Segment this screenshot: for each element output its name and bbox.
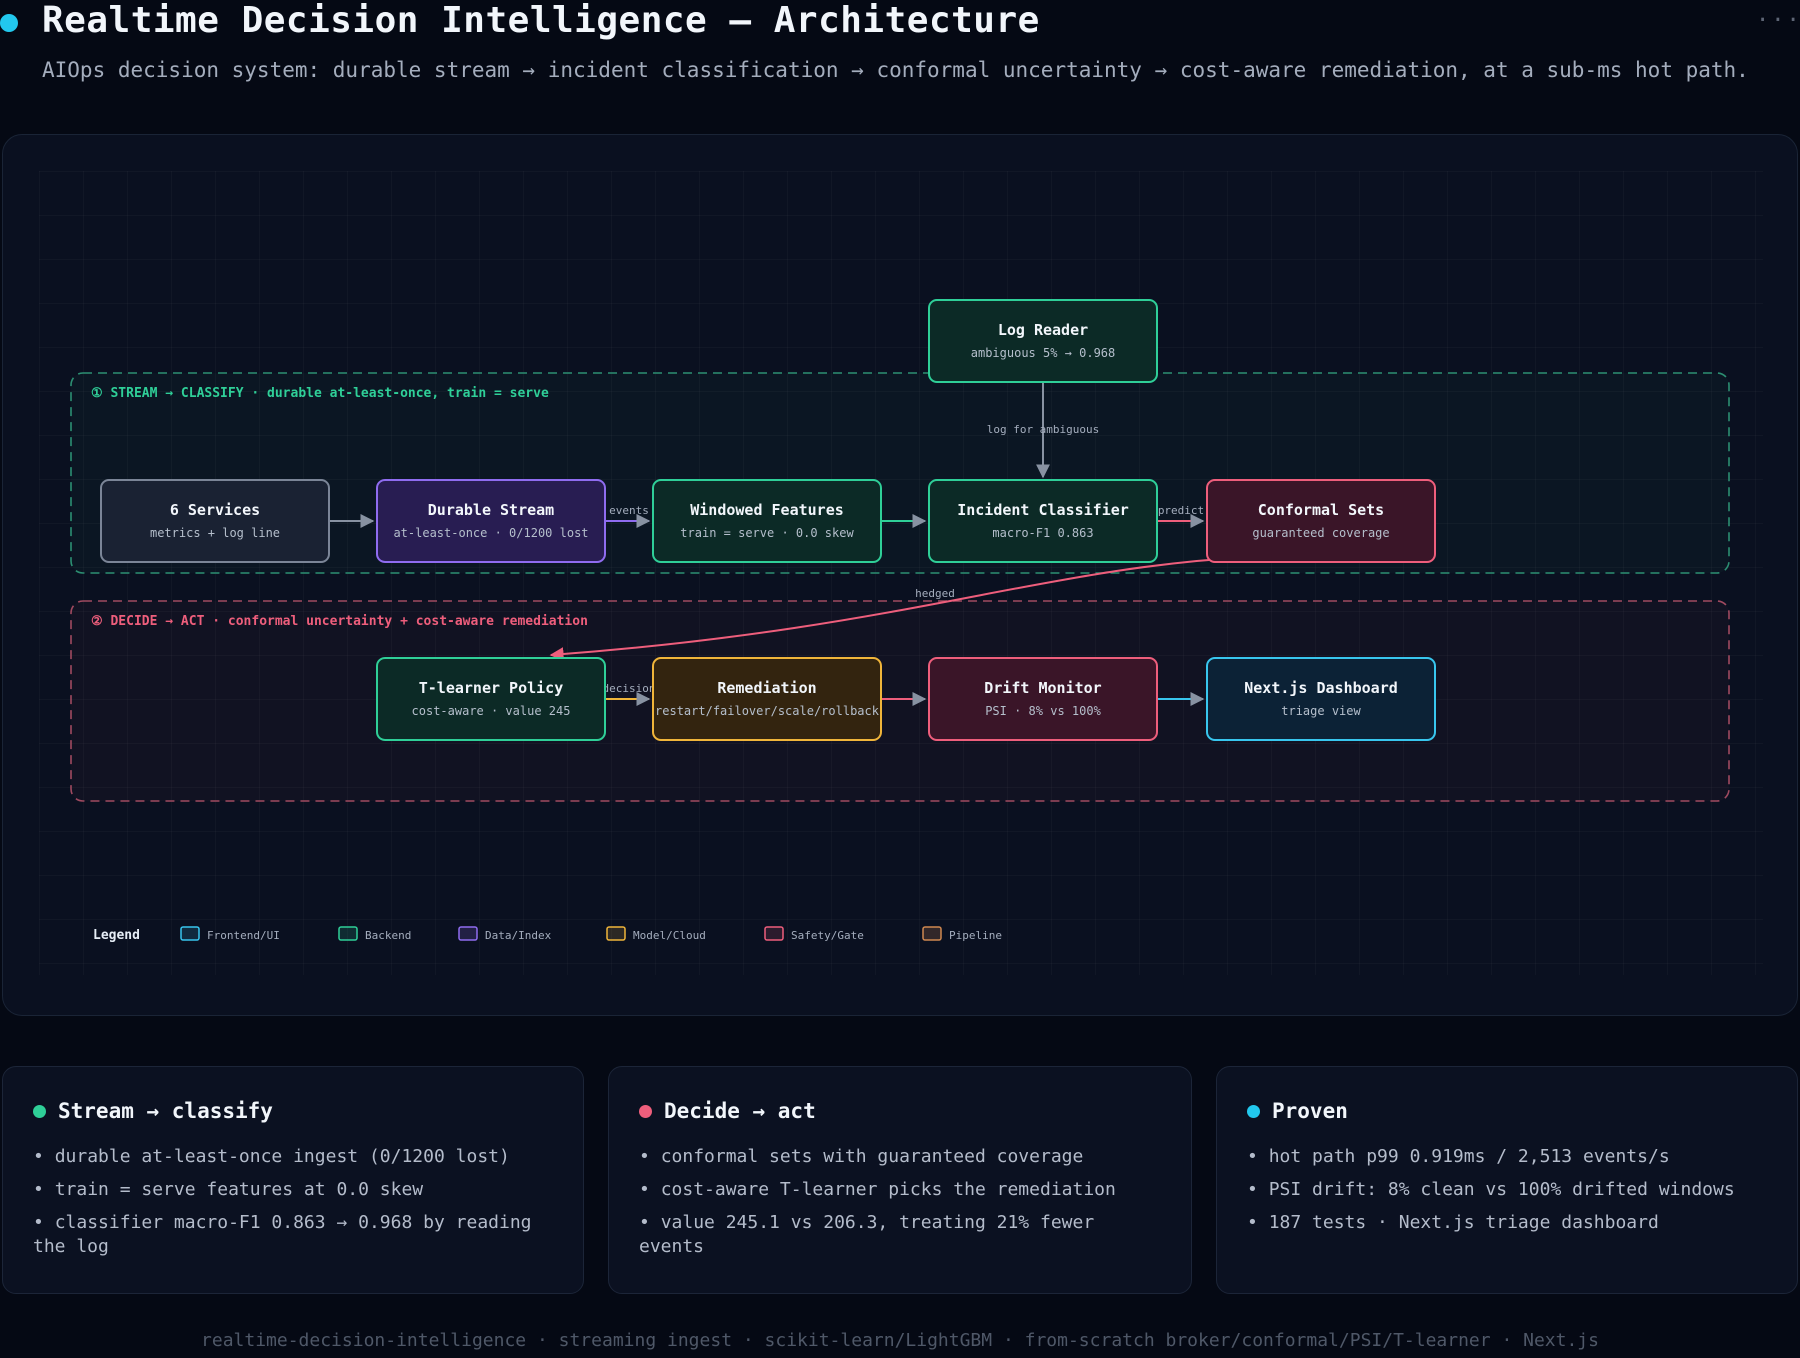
- group-decide-act: [70, 600, 1730, 802]
- list-item: • conformal sets with guaranteed coverag…: [639, 1146, 1084, 1167]
- group-stream-label: ① STREAM → CLASSIFY · durable at-least-o…: [91, 386, 549, 401]
- legend-label: Data/Index: [485, 929, 552, 942]
- architecture-diagram-panel: ① STREAM → CLASSIFY · durable at-least-o…: [2, 134, 1798, 1016]
- list-item: • hot path p99 0.919ms / 2,513 events/s: [1247, 1146, 1670, 1167]
- legend-item-frontend: Frontend/UI: [180, 926, 280, 942]
- edge-label-decision: decision: [603, 682, 656, 695]
- card-list: • durable at-least-once ingest (0/1200 l…: [33, 1145, 559, 1268]
- page-subtitle: AIOps decision system: durable stream → …: [42, 58, 1749, 82]
- node-sub: train = serve · 0.0 skew: [680, 526, 854, 540]
- node-sub: ambiguous 5% → 0.968: [971, 346, 1116, 360]
- node-sub: cost-aware · value 245: [412, 704, 571, 718]
- node-t-learner-policy[interactable]: T-learner Policy cost-aware · value 245: [376, 657, 606, 741]
- card-dot: [1247, 1104, 1260, 1118]
- card-title: Proven: [1272, 1099, 1348, 1123]
- node-nextjs-dashboard[interactable]: Next.js Dashboard triage view: [1206, 657, 1436, 741]
- list-item: • PSI drift: 8% clean vs 100% drifted wi…: [1247, 1179, 1735, 1200]
- node-title: Conformal Sets: [1258, 501, 1384, 519]
- edge-label-hedged: hedged: [915, 587, 955, 600]
- node-windowed-features[interactable]: Windowed Features train = serve · 0.0 sk…: [652, 479, 882, 563]
- list-item: • classifier macro-F1 0.863 → 0.968 by r…: [33, 1212, 532, 1257]
- card-header: Proven: [1247, 1099, 1348, 1123]
- summary-cards: Stream → classify • durable at-least-onc…: [0, 1066, 1800, 1296]
- legend-item-model: Model/Cloud: [606, 926, 706, 942]
- node-drift-monitor[interactable]: Drift Monitor PSI · 8% vs 100%: [928, 657, 1158, 741]
- node-sub: guaranteed coverage: [1252, 526, 1389, 540]
- card-header: Decide → act: [639, 1099, 816, 1123]
- list-item: • durable at-least-once ingest (0/1200 l…: [33, 1146, 510, 1167]
- card-title: Decide → act: [664, 1099, 816, 1123]
- node-log-reader[interactable]: Log Reader ambiguous 5% → 0.968: [928, 299, 1158, 383]
- edge-label-log: log for ambiguous: [987, 423, 1100, 436]
- card-title: Stream → classify: [58, 1099, 273, 1123]
- legend-label: Backend: [365, 929, 411, 942]
- edge-label-predict: predict: [1158, 504, 1204, 517]
- legend-label: Safety/Gate: [791, 929, 864, 942]
- legend-item-safety: Safety/Gate: [764, 926, 864, 942]
- node-services[interactable]: 6 Services metrics + log line: [100, 479, 330, 563]
- node-title: T-learner Policy: [419, 679, 564, 697]
- node-sub: metrics + log line: [150, 526, 280, 540]
- node-title: Drift Monitor: [984, 679, 1101, 697]
- node-sub: at-least-once · 0/1200 lost: [393, 526, 588, 540]
- legend-item-pipeline: Pipeline: [922, 926, 1002, 942]
- card-decide-act: Decide → act • conformal sets with guara…: [608, 1066, 1192, 1294]
- node-title: Next.js Dashboard: [1244, 679, 1398, 697]
- legend-label: Frontend/UI: [207, 929, 280, 942]
- page-footer: realtime-decision-intelligence · streami…: [201, 1330, 1599, 1351]
- node-incident-classifier[interactable]: Incident Classifier macro-F1 0.863: [928, 479, 1158, 563]
- legend-label: Model/Cloud: [633, 929, 706, 942]
- card-stream-classify: Stream → classify • durable at-least-onc…: [2, 1066, 584, 1294]
- node-title: 6 Services: [170, 501, 260, 519]
- list-item: • value 245.1 vs 206.3, treating 21% few…: [639, 1212, 1095, 1257]
- list-item: • 187 tests · Next.js triage dashboard: [1247, 1212, 1659, 1233]
- architecture-diagram: ① STREAM → CLASSIFY · durable at-least-o…: [70, 299, 1730, 943]
- node-title: Log Reader: [998, 321, 1088, 339]
- node-title: Remediation: [717, 679, 816, 697]
- card-list: • hot path p99 0.919ms / 2,513 events/s …: [1247, 1145, 1773, 1244]
- node-remediation[interactable]: Remediation restart/failover/scale/rollb…: [652, 657, 882, 741]
- legend-title: Legend: [93, 928, 140, 943]
- node-sub: restart/failover/scale/rollback: [655, 704, 880, 718]
- card-list: • conformal sets with guaranteed coverag…: [639, 1145, 1167, 1268]
- edge-label-events: events: [609, 504, 649, 517]
- card-proven: Proven • hot path p99 0.919ms / 2,513 ev…: [1216, 1066, 1798, 1294]
- more-horizontal-icon[interactable]: ···: [1756, 8, 1800, 33]
- list-item: • train = serve features at 0.0 skew: [33, 1179, 424, 1200]
- title-status-dot: [0, 14, 18, 32]
- card-dot: [33, 1104, 46, 1118]
- legend-label: Pipeline: [949, 929, 1002, 942]
- legend-item-backend: Backend: [338, 926, 411, 942]
- node-title: Incident Classifier: [957, 501, 1129, 519]
- card-dot: [639, 1104, 652, 1118]
- node-sub: macro-F1 0.863: [992, 526, 1093, 540]
- card-header: Stream → classify: [33, 1099, 273, 1123]
- group-decide-label: ② DECIDE → ACT · conformal uncertainty +…: [91, 614, 588, 629]
- node-conformal-sets[interactable]: Conformal Sets guaranteed coverage: [1206, 479, 1436, 563]
- page-title: Realtime Decision Intelligence — Archite…: [42, 0, 1040, 41]
- node-sub: PSI · 8% vs 100%: [985, 704, 1101, 718]
- legend-item-data: Data/Index: [458, 926, 552, 942]
- node-sub: triage view: [1281, 704, 1361, 718]
- node-title: Windowed Features: [690, 501, 844, 519]
- list-item: • cost-aware T-learner picks the remedia…: [639, 1179, 1116, 1200]
- node-title: Durable Stream: [428, 501, 554, 519]
- node-durable-stream[interactable]: Durable Stream at-least-once · 0/1200 lo…: [376, 479, 606, 563]
